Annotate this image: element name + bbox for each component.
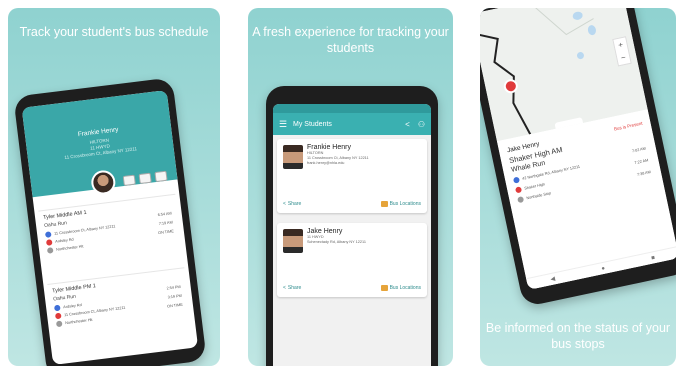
promo-panel-status: + − Jake Henry Shaker High AM Whale Run …: [480, 8, 676, 366]
student-detail: frank.henry@nhla.edu: [307, 161, 345, 165]
back-icon[interactable]: ◀: [550, 275, 556, 283]
phone-screen: Frankie Henry HILTORN 11 HWYD 11 Crossbr…: [21, 90, 199, 365]
student-card[interactable]: Frankie Henry HILTORN 11 Crossbroom Ct, …: [277, 139, 427, 213]
panel-caption: Track your student's bus schedule: [19, 25, 209, 39]
student-detail: Schenectady Rd, Albany NY 12211: [307, 240, 366, 244]
panel-caption: A fresh experience for tracking your stu…: [252, 25, 449, 55]
menu-icon[interactable]: ☰: [279, 119, 293, 130]
map-icon[interactable]: [138, 172, 152, 185]
stop-icon: [46, 247, 54, 254]
phone-mockup: ☰ My Students < ⚇ Frankie Henry HILTORN …: [266, 86, 438, 366]
bus-icon: [380, 285, 388, 291]
bus-status-sheet: Jake Henry Shaker High AM Whale Run Bus …: [496, 109, 676, 290]
student-photo: [283, 229, 303, 253]
app-bar: ☰ My Students < ⚇: [273, 113, 431, 135]
bus-locations-button[interactable]: Bus Locations: [380, 201, 421, 207]
app-title: My Students: [293, 120, 332, 128]
phone-mockup: Frankie Henry HILTORN 11 HWYD 11 Crossbr…: [13, 77, 207, 366]
stop-icon: [517, 196, 525, 204]
share-button[interactable]: < Share: [283, 285, 301, 291]
pickup-icon: [512, 176, 521, 184]
add-user-icon[interactable]: ⚇: [418, 120, 425, 129]
promo-panel-students: A fresh experience for tracking your stu…: [248, 8, 453, 366]
promo-panel-schedule: Track your student's bus schedule Franki…: [8, 8, 220, 366]
bus-locations-button[interactable]: Bus Locations: [380, 285, 421, 291]
run-card[interactable]: Tyler Middle PM 1 Oahu Run Ardsley Rd 11…: [47, 267, 191, 334]
student-list: Frankie Henry HILTORN 11 Crossbroom Ct, …: [273, 135, 431, 366]
phone-screen: + − Jake Henry Shaker High AM Whale Run …: [480, 8, 676, 290]
phone-mockup: + − Jake Henry Shaker High AM Whale Run …: [480, 8, 676, 308]
dropoff-icon: [45, 239, 53, 246]
student-info: Frankie Henry HILTORN 11 Crossbroom Ct, …: [307, 144, 423, 166]
share-icon[interactable]: <: [405, 120, 410, 129]
home-icon[interactable]: ●: [601, 265, 606, 272]
panel-caption: Be informed on the status of your bus st…: [485, 321, 671, 351]
share-icon[interactable]: [154, 170, 168, 183]
card-actions: < Share Bus Locations: [283, 201, 421, 207]
student-card[interactable]: Jake Henry 11 HWYD Schenectady Rd, Alban…: [277, 223, 427, 297]
dropoff-icon: [54, 312, 62, 320]
run-card[interactable]: Tyler Middle AM 1 Oahu Run 11 Crossbroom…: [38, 193, 182, 261]
android-nav-bar: ◀ ● ■: [526, 246, 676, 290]
zoom-out-button[interactable]: −: [616, 50, 630, 65]
student-info: Jake Henry 11 HWYD Schenectady Rd, Alban…: [307, 228, 423, 245]
bus-icon[interactable]: [122, 174, 136, 186]
student-photo: [283, 145, 303, 169]
pickup-icon: [53, 304, 61, 312]
share-icon: <: [283, 201, 286, 207]
pickup-icon: [44, 231, 52, 238]
student-name: Jake Henry: [307, 228, 343, 235]
card-actions: < Share Bus Locations: [283, 285, 421, 291]
phone-screen: ☰ My Students < ⚇ Frankie Henry HILTORN …: [273, 104, 431, 366]
status-bar: [273, 104, 431, 113]
bus-icon: [380, 201, 388, 207]
student-name: Frankie Henry: [307, 144, 351, 151]
stop-icon: [55, 320, 63, 328]
share-icon: <: [283, 285, 286, 291]
dropoff-icon: [514, 186, 523, 194]
recents-icon[interactable]: ■: [651, 255, 656, 262]
share-button[interactable]: < Share: [283, 201, 301, 207]
